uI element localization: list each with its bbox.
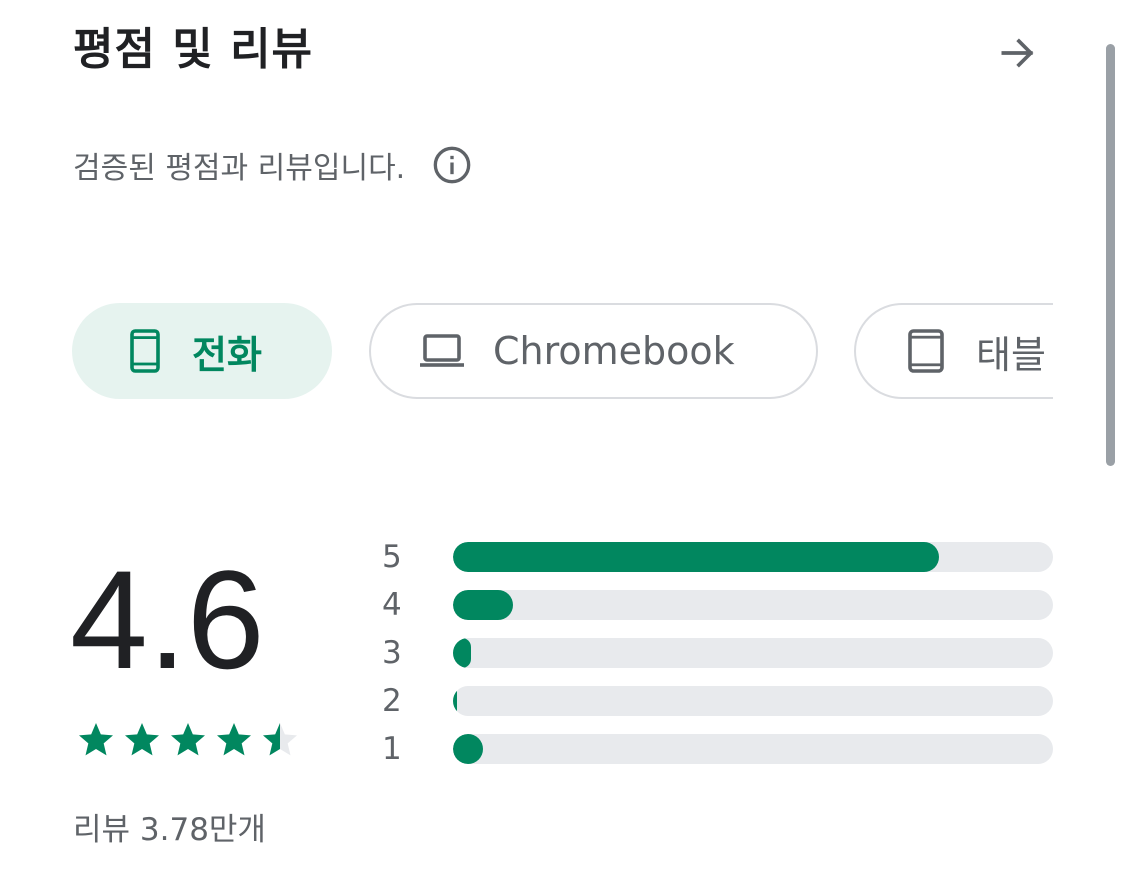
histogram-label: 5 (382, 539, 402, 575)
see-all-button[interactable] (990, 25, 1046, 81)
arrow-forward-icon (1001, 38, 1034, 68)
histogram-track (453, 542, 1053, 572)
chip-chromebook[interactable]: Chromebook (369, 303, 818, 399)
info-icon (433, 146, 471, 184)
device-filter-chips: 전화 Chromebook 태블 (72, 303, 1053, 399)
histogram-track (453, 686, 1053, 716)
chip-tablet-label: 태블 (976, 332, 1046, 377)
verified-note-text: 검증된 평점과 리뷰입니다. (73, 151, 406, 186)
histogram-row: 2 (382, 677, 1053, 725)
histogram-bar (453, 638, 471, 668)
star-icon (79, 723, 113, 756)
laptop-icon (419, 334, 465, 368)
histogram-track (453, 590, 1053, 620)
star-icon (171, 723, 205, 756)
histogram-row: 4 (382, 581, 1053, 629)
section-title: 평점 및 리뷰 (73, 24, 314, 75)
histogram-row: 1 (382, 725, 1053, 773)
review-count: 리뷰 3.78만개 (73, 812, 266, 848)
histogram-bar (453, 542, 939, 572)
phone-icon (130, 329, 160, 373)
star-half-icon (263, 723, 297, 756)
histogram-label: 1 (382, 731, 402, 767)
chip-phone-label: 전화 (192, 332, 262, 377)
info-button[interactable] (431, 144, 473, 186)
tablet-icon (908, 329, 944, 373)
histogram-bar (453, 590, 513, 620)
histogram-bar (453, 686, 457, 716)
scrollbar[interactable] (1106, 44, 1115, 466)
histogram-label: 4 (382, 587, 402, 623)
verified-note: 검증된 평점과 리뷰입니다. (73, 140, 473, 190)
histogram-track (453, 638, 1053, 668)
histogram-row: 3 (382, 629, 1053, 677)
histogram-label: 2 (382, 683, 402, 719)
rating-histogram: 5 4 3 2 1 (382, 533, 1053, 773)
histogram-row: 5 (382, 533, 1053, 581)
histogram-label: 3 (382, 635, 402, 671)
star-icon (125, 723, 159, 756)
star-rating (75, 720, 301, 760)
average-rating: 4.6 (70, 541, 265, 698)
star-icon (217, 723, 251, 756)
histogram-bar (453, 734, 483, 764)
chip-chromebook-label: Chromebook (493, 329, 735, 373)
chip-phone[interactable]: 전화 (72, 303, 332, 399)
chip-tablet[interactable]: 태블 (854, 303, 1053, 399)
histogram-track (453, 734, 1053, 764)
